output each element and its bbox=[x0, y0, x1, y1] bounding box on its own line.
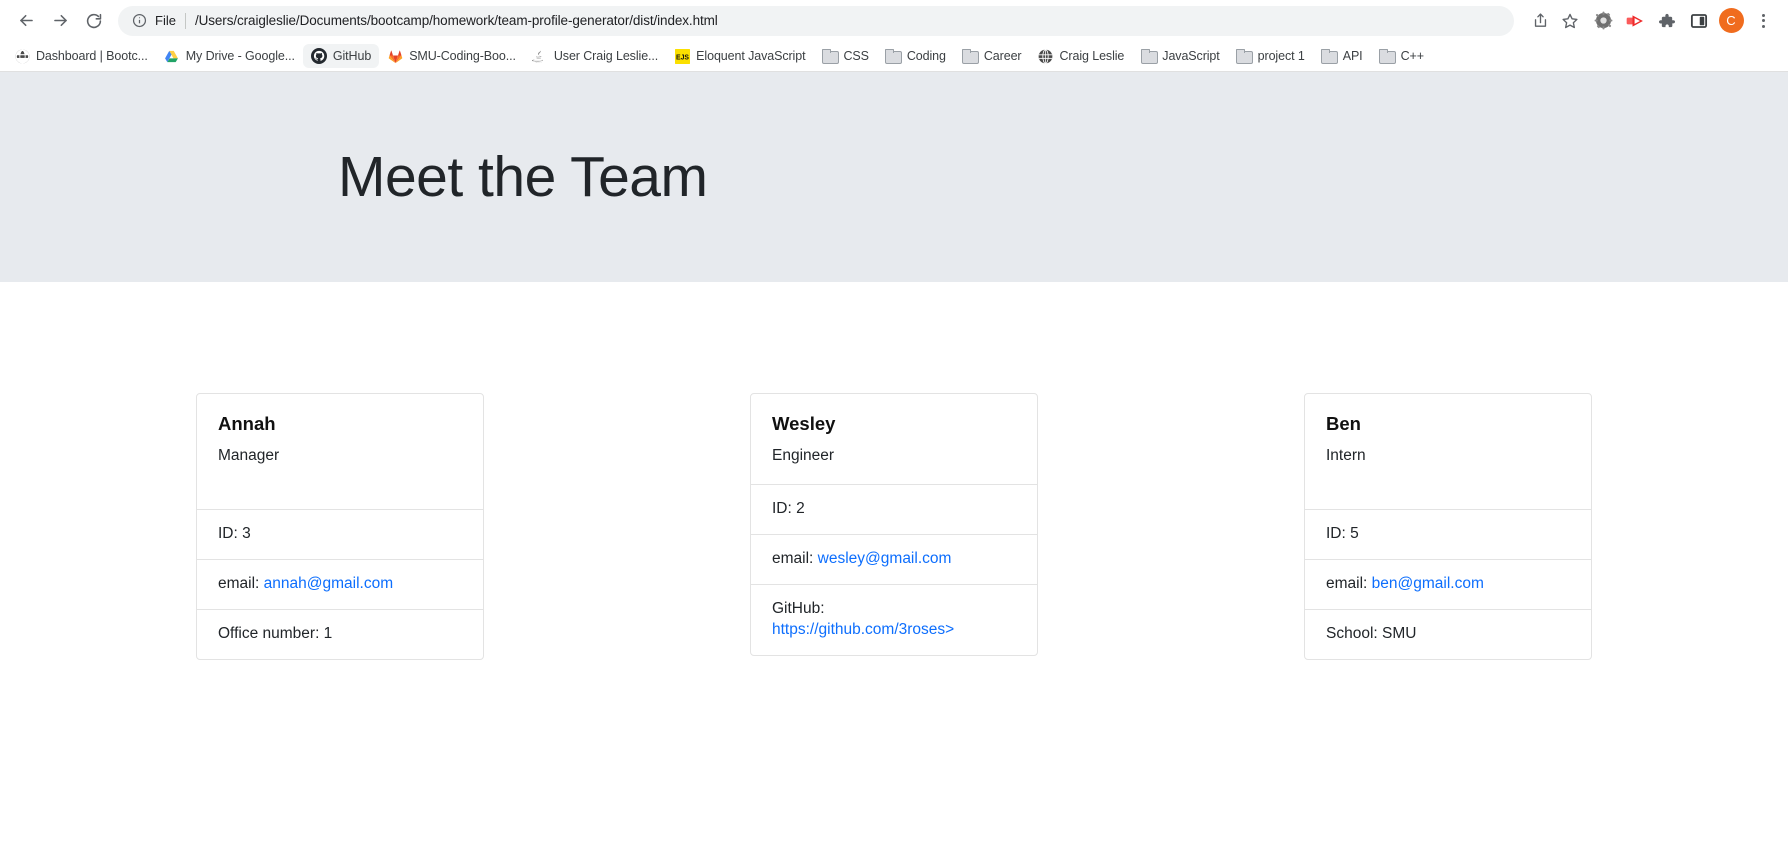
three-dot-menu-icon[interactable] bbox=[1748, 6, 1778, 36]
member-id: ID: 3 bbox=[197, 509, 483, 559]
folder-icon bbox=[1379, 48, 1397, 64]
share-icon[interactable] bbox=[1526, 7, 1554, 35]
avatar-initial: C bbox=[1718, 8, 1744, 33]
globe-icon bbox=[14, 48, 30, 64]
github-icon bbox=[310, 48, 327, 64]
team-member-card: Ben Intern ID: 5 email: ben@gmail.com Sc… bbox=[1304, 393, 1592, 660]
bookmark-label: project 1 bbox=[1257, 49, 1305, 63]
hero-banner: Meet the Team bbox=[0, 72, 1788, 282]
email-link[interactable]: wesley@gmail.com bbox=[818, 550, 952, 567]
member-role: Engineer bbox=[772, 447, 835, 465]
bookmark-label: Craig Leslie bbox=[1059, 49, 1125, 63]
bookmark-label: API bbox=[1342, 49, 1363, 63]
member-name: Annah bbox=[218, 413, 276, 434]
browser-window: File /Users/craigleslie/Documents/bootca… bbox=[0, 0, 1788, 854]
bookmark-folder-project-1[interactable]: project 1 bbox=[1228, 44, 1313, 68]
back-icon[interactable] bbox=[10, 5, 42, 37]
globe-icon bbox=[1037, 48, 1053, 64]
member-id: ID: 2 bbox=[751, 483, 1037, 534]
url-scheme-label: File bbox=[155, 13, 176, 28]
bookmark-label: Coding bbox=[906, 49, 946, 63]
ejs-icon: EJS bbox=[674, 48, 690, 64]
url-text: /Users/craigleslie/Documents/bootcamp/ho… bbox=[194, 13, 718, 28]
folder-icon bbox=[1140, 48, 1158, 64]
bookmark-label: Career bbox=[983, 49, 1022, 63]
card-header: Ben Intern bbox=[1305, 394, 1591, 509]
bookmark-label: CSS bbox=[843, 49, 869, 63]
extensions-puzzle-icon[interactable] bbox=[1652, 6, 1682, 36]
email-link[interactable]: annah@gmail.com bbox=[264, 575, 393, 592]
navigation-buttons bbox=[10, 5, 110, 37]
email-label: email: bbox=[1326, 574, 1368, 592]
team-member-card: Wesley Engineer ID: 2 email: wesley@gmai… bbox=[750, 393, 1038, 656]
bookmarks-bar: Dashboard | Bootc... My Drive - Google..… bbox=[0, 41, 1788, 72]
bookmark-label: C++ bbox=[1400, 49, 1424, 63]
bookmark-dashboard-bootcamp[interactable]: Dashboard | Bootc... bbox=[6, 44, 156, 68]
address-bar[interactable]: File /Users/craigleslie/Documents/bootca… bbox=[118, 5, 1514, 36]
side-panel-icon[interactable] bbox=[1684, 6, 1714, 36]
toolbar-right-icons: C bbox=[1584, 6, 1778, 36]
bookmark-user-craig-leslie[interactable]: User Craig Leslie... bbox=[524, 44, 666, 68]
bookmark-github[interactable]: GitHub bbox=[302, 44, 380, 68]
email-label: email: bbox=[772, 549, 814, 567]
bookmark-label: GitHub bbox=[332, 49, 372, 63]
bookmark-my-drive-google[interactable]: My Drive - Google... bbox=[156, 44, 303, 68]
page-title: Meet the Team bbox=[338, 144, 708, 209]
github-label: GitHub: bbox=[772, 599, 825, 617]
bookmark-label: SMU-Coding-Boo... bbox=[409, 49, 516, 63]
member-name: Wesley bbox=[772, 413, 836, 434]
folder-icon bbox=[821, 48, 839, 64]
gitlab-icon bbox=[387, 48, 403, 64]
bookmark-folder-career[interactable]: Career bbox=[954, 44, 1030, 68]
bookmark-label: JavaScript bbox=[1162, 49, 1220, 63]
member-email-row: email: ben@gmail.com bbox=[1305, 558, 1591, 609]
omnibox-actions bbox=[1526, 7, 1584, 35]
browser-toolbar: File /Users/craigleslie/Documents/bootca… bbox=[0, 0, 1788, 41]
bookmark-folder-api[interactable]: API bbox=[1313, 44, 1371, 68]
bookmark-smu-coding-bootcamp[interactable]: SMU-Coding-Boo... bbox=[379, 44, 524, 68]
folder-icon bbox=[962, 48, 980, 64]
member-school: School: SMU bbox=[1305, 608, 1591, 659]
java-icon bbox=[532, 48, 548, 64]
bookmark-label: User Craig Leslie... bbox=[553, 49, 659, 63]
github-link[interactable]: https://github.com/3roses> bbox=[772, 620, 1016, 641]
forward-icon[interactable] bbox=[44, 5, 76, 37]
member-name: Ben bbox=[1326, 413, 1361, 434]
bookmark-folder-coding[interactable]: Coding bbox=[877, 44, 954, 68]
member-email-row: email: annah@gmail.com bbox=[197, 558, 483, 609]
member-role: Intern bbox=[1326, 447, 1366, 465]
member-office-number: Office number: 1 bbox=[197, 608, 483, 659]
team-member-card: Annah Manager ID: 3 email: annah@gmail.c… bbox=[196, 393, 484, 660]
bookmark-label: My Drive - Google... bbox=[185, 49, 295, 63]
card-header: Wesley Engineer bbox=[751, 394, 1037, 484]
bookmark-folder-javascript[interactable]: JavaScript bbox=[1132, 44, 1227, 68]
bookmark-craig-leslie[interactable]: Craig Leslie bbox=[1029, 44, 1132, 68]
red-play-extension-icon[interactable] bbox=[1620, 6, 1650, 36]
reload-icon[interactable] bbox=[78, 5, 110, 37]
email-link[interactable]: ben@gmail.com bbox=[1372, 575, 1484, 592]
info-circle-icon[interactable] bbox=[130, 12, 148, 30]
member-role: Manager bbox=[218, 447, 280, 465]
folder-icon bbox=[885, 48, 903, 64]
bookmark-label: Eloquent JavaScript bbox=[696, 49, 806, 63]
email-label: email: bbox=[218, 574, 260, 592]
avatar[interactable]: C bbox=[1716, 6, 1746, 36]
star-icon[interactable] bbox=[1556, 7, 1584, 35]
svg-text:EJS: EJS bbox=[676, 54, 689, 61]
folder-icon bbox=[1321, 48, 1339, 64]
bookmark-label: Dashboard | Bootc... bbox=[36, 49, 148, 63]
bookmark-eloquent-javascript[interactable]: EJS Eloquent JavaScript bbox=[666, 44, 813, 68]
team-cards-container: Annah Manager ID: 3 email: annah@gmail.c… bbox=[0, 282, 1788, 660]
omnibox-divider bbox=[184, 12, 186, 29]
card-header: Annah Manager bbox=[197, 394, 483, 509]
member-github-row: GitHub: https://github.com/3roses> bbox=[751, 583, 1037, 655]
folder-icon bbox=[1236, 48, 1254, 64]
honey-extension-icon[interactable] bbox=[1588, 6, 1618, 36]
google-drive-icon bbox=[164, 48, 180, 64]
page-content: Meet the Team Annah Manager ID: 3 email:… bbox=[0, 72, 1788, 854]
bookmark-folder-cpp[interactable]: C++ bbox=[1371, 44, 1432, 68]
member-id: ID: 5 bbox=[1305, 509, 1591, 559]
bookmark-folder-css[interactable]: CSS bbox=[813, 44, 876, 68]
member-email-row: email: wesley@gmail.com bbox=[751, 533, 1037, 584]
